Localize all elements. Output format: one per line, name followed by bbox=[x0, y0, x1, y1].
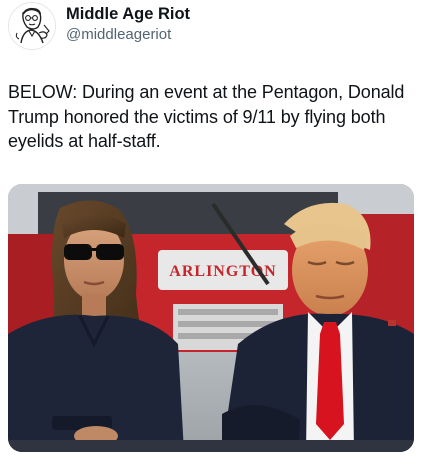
post-photo[interactable]: ARLINGTON bbox=[8, 184, 414, 452]
vintage-man-illustration-icon bbox=[9, 3, 55, 49]
post-text: BELOW: During an event at the Pentagon, … bbox=[8, 82, 405, 151]
foreground-rail bbox=[8, 440, 414, 452]
author-handle[interactable]: @middleageriot bbox=[66, 26, 171, 44]
photo-scene: ARLINGTON bbox=[8, 184, 414, 452]
author-avatar[interactable] bbox=[8, 2, 56, 50]
tweet: Middle Age Riot @middleageriot BELOW: Du… bbox=[0, 0, 423, 466]
author-display-name[interactable]: Middle Age Riot bbox=[66, 4, 190, 24]
